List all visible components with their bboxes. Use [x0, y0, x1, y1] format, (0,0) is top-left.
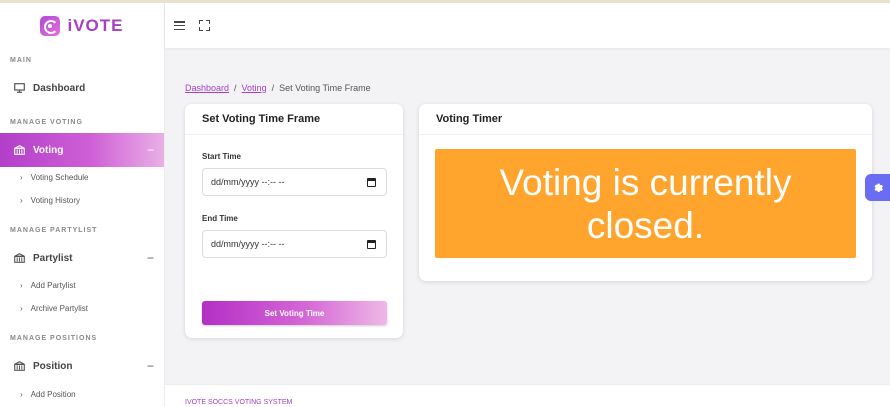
sidebar-subitem-voting-schedule[interactable]: › Voting Schedule: [0, 166, 164, 188]
section-manage-positions: MANAGE POSITIONS: [10, 335, 98, 342]
sidebar-item-dashboard[interactable]: Dashboard: [0, 71, 164, 105]
section-manage-voting: MANAGE VOTING: [10, 119, 83, 126]
time-frame-card: Set Voting Time Frame Start Time dd/mm/y…: [185, 104, 403, 338]
calendar-icon[interactable]: [367, 178, 376, 187]
start-time-label: Start Time: [202, 152, 241, 161]
fullscreen-icon[interactable]: [199, 20, 210, 31]
section-main: MAIN: [10, 57, 32, 64]
chevron-right-icon: ›: [20, 389, 23, 399]
calendar-icon[interactable]: [367, 240, 376, 249]
fingerprint-icon: [40, 16, 61, 36]
collapse-icon[interactable]: −: [147, 251, 154, 265]
brand[interactable]: iVOTE: [0, 3, 164, 49]
start-time-value: dd/mm/yyyy --:-- --: [211, 177, 285, 187]
end-time-label: End Time: [202, 214, 238, 223]
section-manage-partylist: MANAGE PARTYLIST: [10, 227, 98, 234]
ballot-box-icon: [13, 145, 26, 155]
sidebar-subitem-label: Archive Partylist: [30, 303, 89, 313]
voting-timer-card: Voting Timer Voting is currently closed.: [419, 104, 872, 281]
breadcrumb-link-voting[interactable]: Voting: [242, 83, 267, 93]
sidebar-subitem-label: Voting Schedule: [30, 172, 89, 182]
breadcrumb: Dashboard / Voting / Set Voting Time Fra…: [185, 83, 371, 93]
chevron-right-icon: ›: [20, 195, 23, 205]
set-voting-time-button[interactable]: Set Voting Time: [202, 301, 387, 325]
sidebar-subitem-label: Voting History: [30, 195, 81, 205]
sidebar-subitem-add-position[interactable]: › Add Position: [0, 383, 164, 405]
collapse-icon[interactable]: −: [147, 143, 154, 157]
breadcrumb-link-dashboard[interactable]: Dashboard: [185, 83, 229, 93]
sidebar-item-label: Position: [33, 360, 73, 372]
card-title: Set Voting Time Frame: [185, 104, 403, 135]
top-header: [165, 3, 890, 48]
hamburger-icon[interactable]: [174, 21, 185, 30]
sidebar-subitem-archive-partylist[interactable]: › Archive Partylist: [0, 297, 164, 319]
sidebar-item-voting[interactable]: Voting −: [0, 133, 164, 167]
footer: IVOTE SOCCS VOTING SYSTEM: [165, 384, 890, 407]
sidebar-item-label: Voting: [33, 144, 64, 156]
card-title: Voting Timer: [419, 104, 872, 135]
monitor-icon: [13, 83, 26, 93]
sidebar-item-partylist[interactable]: Partylist −: [0, 241, 164, 275]
end-time-input[interactable]: dd/mm/yyyy --:-- --: [202, 230, 387, 258]
sidebar: iVOTE MAIN Dashboard MANAGE VOTING Votin…: [0, 3, 165, 407]
footer-text: IVOTE SOCCS VOTING SYSTEM: [185, 399, 293, 406]
brand-name: iVOTE: [67, 16, 124, 35]
sidebar-subitem-add-partylist[interactable]: › Add Partylist: [0, 274, 164, 296]
sidebar-subitem-voting-history[interactable]: › Voting History: [0, 189, 164, 211]
chevron-right-icon: ›: [20, 172, 23, 182]
chevron-right-icon: ›: [20, 303, 23, 313]
breadcrumb-separator: /: [234, 83, 237, 93]
building-icon: [13, 253, 26, 263]
sidebar-subitem-label: Add Position: [30, 389, 76, 399]
sidebar-item-label: Dashboard: [33, 82, 86, 94]
start-time-input[interactable]: dd/mm/yyyy --:-- --: [202, 168, 387, 196]
settings-button[interactable]: [865, 174, 890, 201]
collapse-icon[interactable]: −: [147, 359, 154, 373]
breadcrumb-separator: /: [271, 83, 275, 93]
sidebar-item-position[interactable]: Position −: [0, 349, 164, 383]
sidebar-item-label: Partylist: [33, 252, 73, 264]
voting-status-banner: Voting is currently closed.: [435, 149, 856, 258]
gear-icon: [872, 181, 883, 195]
sidebar-subitem-label: Add Partylist: [30, 280, 76, 290]
breadcrumb-current: Set Voting Time Frame: [279, 83, 371, 93]
chevron-right-icon: ›: [20, 280, 23, 290]
building-icon: [13, 361, 26, 371]
end-time-value: dd/mm/yyyy --:-- --: [211, 239, 285, 249]
